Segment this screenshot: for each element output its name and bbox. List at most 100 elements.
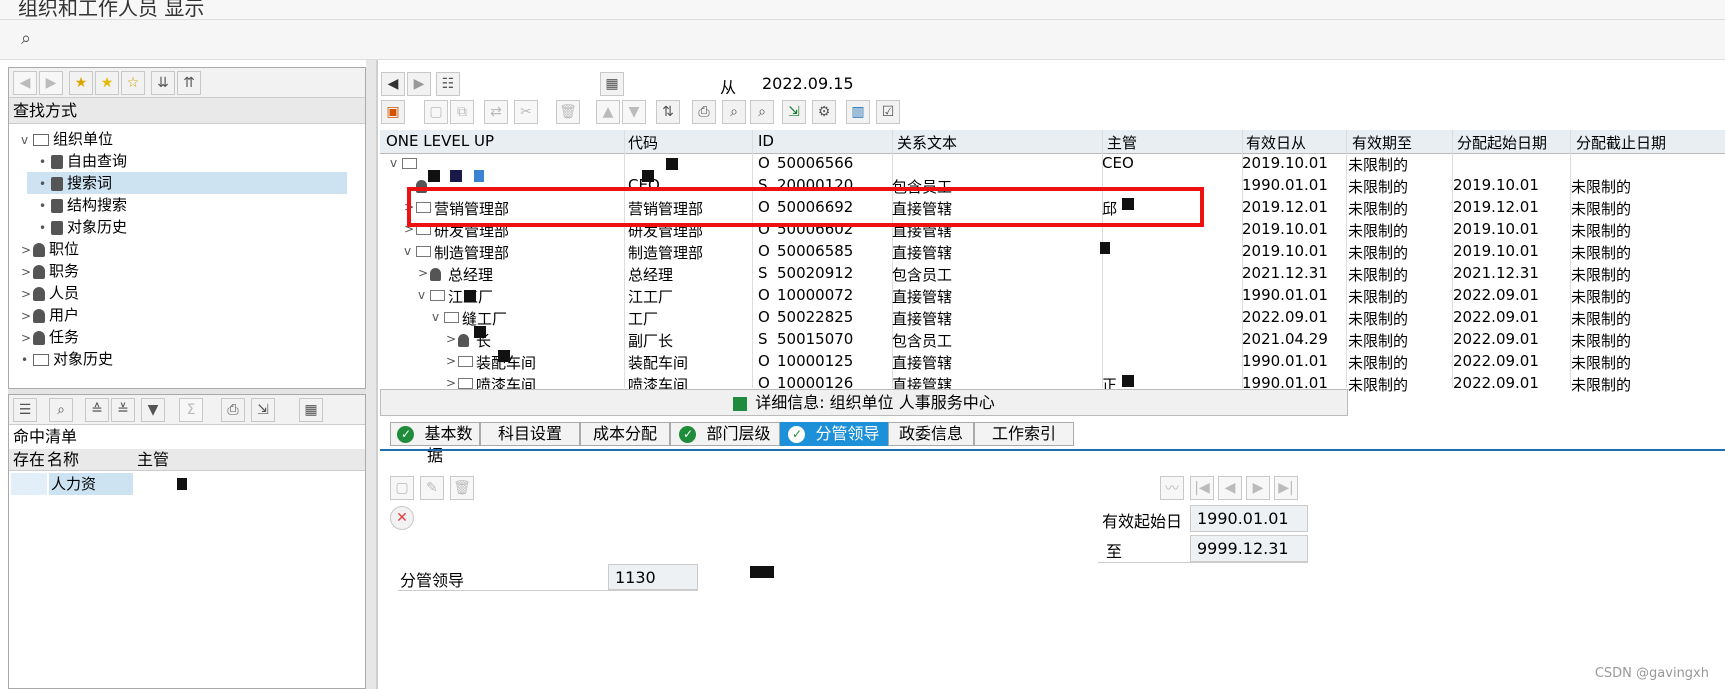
valid-from-cell[interactable]: 2022.09.01: [1242, 308, 1328, 326]
valid-from-cell[interactable]: 1990.01.01: [1242, 176, 1328, 194]
find-next-icon[interactable]: ⌕: [750, 100, 774, 124]
move-icon[interactable]: ⇄: [484, 100, 508, 124]
edit-favorite-icon[interactable]: ☆: [121, 71, 145, 95]
table-row[interactable]: > 总经理 总经理 S 50020912 包含员工 2021.12.31 未限制的 2021.1…: [380, 263, 1725, 285]
id-cell[interactable]: 50006585: [777, 242, 853, 260]
id-cell[interactable]: 50020912: [777, 264, 853, 282]
export-icon[interactable]: ⇲: [782, 100, 806, 124]
code-cell[interactable]: 副厂长: [628, 330, 673, 351]
assign-from-cell[interactable]: 2022.09.01: [1453, 374, 1539, 392]
relation-cell[interactable]: 包含员工: [892, 264, 952, 285]
export-icon[interactable]: ⇲: [251, 398, 275, 422]
collapse-all-icon[interactable]: ⇈: [177, 71, 201, 95]
tab-2[interactable]: 成本分配: [580, 422, 670, 446]
delete-icon[interactable]: 🗑: [450, 476, 474, 500]
tab-1[interactable]: 科目设置: [480, 422, 580, 446]
table-row[interactable]: > 装配车间 装配车间 O 10000125 直接管辖 1990.01.01 未限制的 2022…: [380, 351, 1725, 373]
assign-to-cell[interactable]: 未限制的: [1571, 264, 1631, 285]
assign-from-cell[interactable]: 2019.10.01: [1453, 220, 1539, 238]
valid-to-cell[interactable]: 未限制的: [1348, 198, 1408, 219]
tree-toggle-icon[interactable]: v: [390, 156, 397, 170]
copy-icon[interactable]: ⧉: [450, 100, 474, 124]
left-scrollbar[interactable]: [366, 60, 376, 689]
forward-icon[interactable]: ▶: [407, 72, 431, 96]
assign-to-cell[interactable]: 未限制的: [1571, 286, 1631, 307]
valid-to-cell[interactable]: 未限制的: [1348, 176, 1408, 197]
name-cell[interactable]: 人力资: [49, 473, 133, 495]
valid-to-cell[interactable]: 未限制的: [1348, 374, 1408, 395]
col-assign-from[interactable]: 分配起始日期: [1457, 132, 1547, 153]
filter-icon[interactable]: ▼: [141, 398, 165, 422]
exists-cell[interactable]: [11, 473, 47, 495]
assign-to-cell[interactable]: 未限制的: [1571, 198, 1631, 219]
expand-toggle-icon[interactable]: >: [21, 239, 33, 261]
table-row[interactable]: v 缝工厂 工厂 O 50022825 直接管辖 2022.09.01 未限制的 2022.09…: [380, 307, 1725, 329]
col-name[interactable]: 名称: [47, 449, 79, 471]
delimit-icon[interactable]: ✂: [514, 100, 538, 124]
valid-from-field[interactable]: 1990.01.01: [1190, 505, 1308, 532]
find-icon[interactable]: ⌕: [722, 100, 746, 124]
tree-node[interactable]: • 对象历史: [27, 216, 127, 238]
move-up-icon[interactable]: ▲: [596, 100, 620, 124]
tab-6[interactable]: 工作索引: [974, 422, 1074, 446]
edit-icon[interactable]: ✎: [420, 476, 444, 500]
tree-node[interactable]: > 职务: [9, 260, 79, 282]
valid-to-cell[interactable]: 未限制的: [1348, 264, 1408, 285]
settings-icon[interactable]: ⚙: [812, 100, 836, 124]
assign-from-cell[interactable]: 2022.09.01: [1453, 352, 1539, 370]
favorite-icon[interactable]: ★: [95, 71, 119, 95]
assign-from-cell[interactable]: 2019.10.01: [1453, 176, 1539, 194]
tree-toggle-icon[interactable]: >: [446, 376, 456, 390]
org-structure-icon[interactable]: ▣: [381, 100, 405, 124]
id-cell[interactable]: 50006566: [777, 154, 853, 172]
type-cell[interactable]: S: [758, 264, 768, 282]
col-id[interactable]: ID: [758, 132, 774, 150]
delete-icon[interactable]: 🗑: [556, 100, 580, 124]
expand-toggle-icon[interactable]: •: [39, 173, 51, 195]
relation-cell[interactable]: 直接管辖: [892, 286, 952, 307]
id-cell[interactable]: 50022825: [777, 308, 853, 326]
first-record-icon[interactable]: |◀: [1190, 476, 1214, 500]
create-icon[interactable]: ▢: [390, 476, 414, 500]
expand-toggle-icon[interactable]: •: [39, 217, 51, 239]
col-valid-to[interactable]: 有效期至: [1352, 132, 1412, 153]
code-cell[interactable]: 装配车间: [628, 352, 688, 373]
assign-from-cell[interactable]: 2019.10.01: [1453, 242, 1539, 260]
assign-to-cell[interactable]: 未限制的: [1571, 330, 1631, 351]
tree-toggle-icon[interactable]: v: [418, 288, 425, 302]
print-icon[interactable]: ⎙: [221, 398, 245, 422]
table-row[interactable]: v江工厂江工厂O10000072直接管辖1990.01.01未限制的2022.0…: [380, 285, 1725, 307]
back-icon[interactable]: ◀: [13, 71, 37, 95]
valid-from-cell[interactable]: 1990.01.01: [1242, 286, 1328, 304]
type-cell[interactable]: O: [758, 286, 770, 304]
tree-toggle-icon[interactable]: >: [418, 266, 428, 280]
tab-0[interactable]: ✓ 基本数据: [390, 422, 480, 465]
code-cell[interactable]: 制造管理部: [628, 242, 703, 263]
assign-to-cell[interactable]: 未限制的: [1571, 352, 1631, 373]
valid-to-cell[interactable]: 未限制的: [1348, 242, 1408, 263]
tree-node[interactable]: > 人员: [9, 282, 79, 304]
valid-to-cell[interactable]: 未限制的: [1348, 286, 1408, 307]
assign-to-cell[interactable]: 未限制的: [1571, 176, 1631, 197]
manager-cell[interactable]: CEO: [1102, 154, 1134, 172]
tree-node[interactable]: > 任务: [9, 326, 79, 348]
details-icon[interactable]: ☰: [13, 398, 37, 422]
type-cell[interactable]: O: [758, 352, 770, 370]
relation-cell[interactable]: 直接管辖: [892, 352, 952, 373]
col-relation-text[interactable]: 关系文本: [897, 132, 957, 153]
id-cell[interactable]: 10000072: [777, 286, 853, 304]
one-level-up-cell[interactable]: 总经理: [448, 264, 493, 285]
type-cell[interactable]: S: [758, 330, 768, 348]
assign-to-cell[interactable]: 未限制的: [1571, 308, 1631, 329]
pane-divider[interactable]: [376, 60, 378, 689]
col-valid-from[interactable]: 有效日从: [1246, 132, 1306, 153]
tree-toggle-icon[interactable]: v: [432, 310, 439, 324]
chart-icon[interactable]: 〰: [1160, 476, 1184, 500]
tree-toggle-icon[interactable]: >: [446, 332, 456, 346]
valid-from-cell[interactable]: 2021.04.29: [1242, 330, 1328, 348]
id-cell[interactable]: 50015070: [777, 330, 853, 348]
tree-node[interactable]: • 搜索词: [27, 172, 347, 194]
expand-toggle-icon[interactable]: >: [21, 261, 33, 283]
cancel-icon[interactable]: ✕: [390, 506, 414, 530]
add-favorite-icon[interactable]: ★: [69, 71, 93, 95]
